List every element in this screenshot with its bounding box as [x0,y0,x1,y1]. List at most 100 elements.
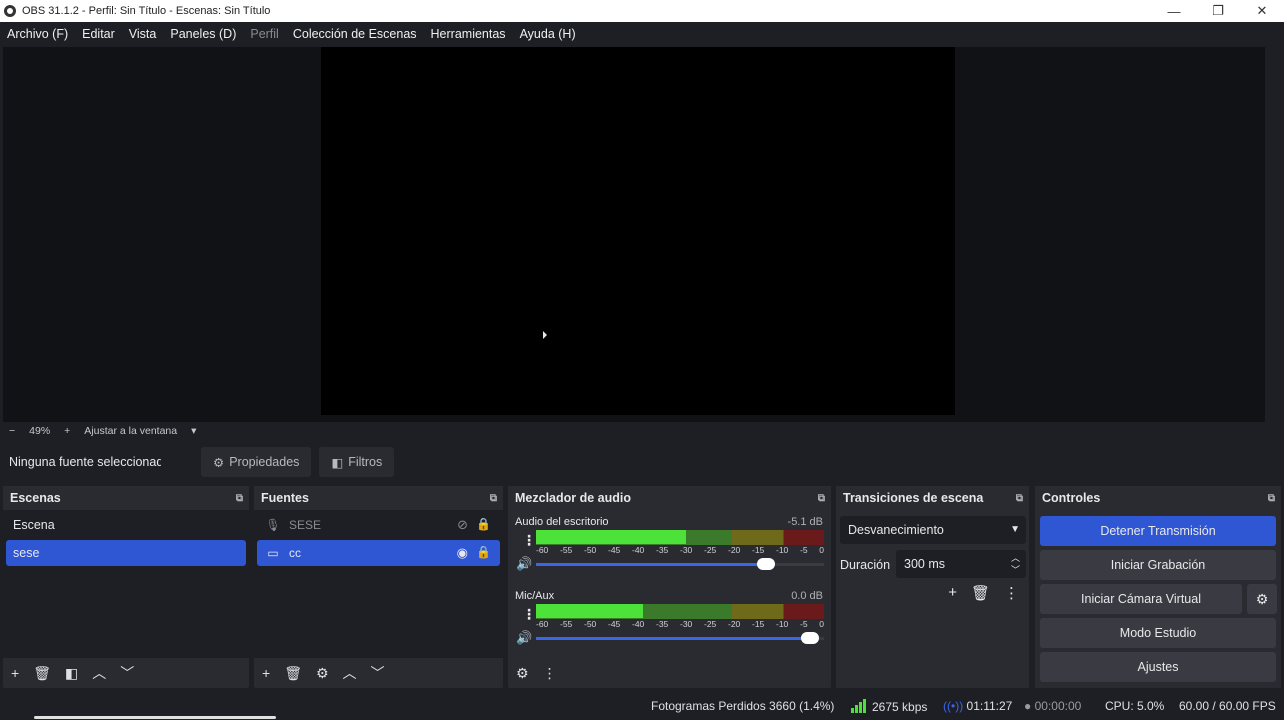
remove-source-button[interactable]: 🗑 [284,665,302,682]
undock-icon[interactable]: ⧉ [490,493,497,504]
zoom-in-button[interactable]: + [64,425,70,437]
settings-button[interactable]: Ajustes [1040,652,1276,682]
speaker-icon[interactable]: 🔊 [516,556,532,572]
volume-slider[interactable] [536,558,824,570]
transition-selected: Desvanecimiento [848,523,944,537]
undock-icon[interactable]: ⧉ [1268,493,1275,504]
scene-item-escena[interactable]: Escena [6,512,246,538]
volume-knob[interactable] [800,632,819,644]
start-recording-button[interactable]: Iniciar Grabación [1040,550,1276,580]
transitions-header: Transiciones de escena ⧉ [836,486,1029,510]
tick-label: -35 [656,545,669,555]
volume-knob[interactable] [757,558,776,570]
zoom-dropdown-icon[interactable]: ▾ [191,425,196,437]
duration-input[interactable]: 300 ms ︿ ﹀ [896,550,1026,578]
scenes-toolbar: + 🗑 ◧ ︿ ﹀ [3,658,249,688]
eye-icon[interactable]: ◉ [457,545,468,561]
speaker-icon[interactable]: 🔊 [516,630,532,646]
virtual-camera-settings-icon[interactable]: ⚙ [1247,584,1277,614]
start-virtual-camera-button[interactable]: Iniciar Cámara Virtual [1040,584,1242,614]
tick-label: -30 [680,545,693,555]
menu-paneles[interactable]: Paneles (D) [170,27,236,41]
fit-to-window[interactable]: Ajustar a la ventana [84,425,177,437]
cpu-usage: CPU: 5.0% [1105,699,1165,713]
taskbar-scroll-indicator [34,716,276,719]
zoom-bar: − 49% + Ajustar a la ventana ▾ [0,422,1284,440]
source-item-sese[interactable]: 🎙 SESE ⊘ 🔒 [257,512,500,538]
scene-name: Escena [13,518,55,532]
move-down-button[interactable]: ﹀ [120,663,134,683]
menu-vista[interactable]: Vista [129,27,157,41]
undock-icon[interactable]: ⧉ [1016,493,1023,504]
tick-label: -60 [536,619,549,629]
close-button[interactable]: ✕ [1240,0,1284,22]
preview-canvas[interactable] [321,47,955,415]
volume-meter [536,604,824,619]
move-down-button[interactable]: ﹀ [371,663,385,683]
move-up-button[interactable]: ︿ [92,663,106,683]
sources-header: Fuentes ⧉ [254,486,503,510]
menu-coleccion-escenas[interactable]: Colección de Escenas [293,27,417,41]
controls-dock: Controles ⧉ Detener Transmisión Iniciar … [1035,486,1281,688]
lock-icon[interactable]: 🔒 [476,545,491,559]
stream-time: 01:11:27 [966,699,1013,713]
add-transition-button[interactable]: + [948,584,957,602]
broadcast-icon: ((•)) [943,699,964,713]
undock-icon[interactable]: ⧉ [236,493,243,504]
transition-select[interactable]: Desvanecimiento ▼ [840,516,1026,544]
move-up-button[interactable]: ︿ [343,663,357,683]
spinner-icon[interactable]: ︿ ﹀ [1011,552,1020,576]
scenes-dock: Escenas ⧉ Escena sese + 🗑 ◧ ︿ ﹀ [3,486,249,688]
menu-archivo[interactable]: Archivo (F) [7,27,68,41]
transition-menu-icon[interactable]: ⋮ [1004,584,1019,602]
zoom-level: 49% [29,425,51,437]
source-item-cc[interactable]: ▭ cc ◉ 🔒 [257,540,500,566]
minimize-button[interactable]: — [1152,0,1196,22]
remove-transition-button[interactable]: 🗑 [971,584,990,602]
menu-perfil[interactable]: Perfil [250,27,278,41]
tick-label: -5 [800,545,808,555]
scene-filters-button[interactable]: ◧ [65,665,78,682]
mixer-menu-icon[interactable]: ⋮ [543,665,557,682]
restore-button[interactable]: ❐ [1196,0,1240,22]
dropped-frames: Fotogramas Perdidos 3660 (1.4%) [651,699,835,713]
volume-fill [536,637,810,640]
preview-area[interactable] [3,47,1265,423]
remove-scene-button[interactable]: 🗑 [33,665,51,682]
stream-time-status: ((•)) 01:11:27 [943,699,1012,713]
menu-herramientas[interactable]: Herramientas [431,27,506,41]
source-properties-button[interactable]: ⚙ [316,665,329,682]
studio-mode-button[interactable]: Modo Estudio [1040,618,1276,648]
add-source-button[interactable]: + [262,665,270,681]
tick-label: -45 [608,619,621,629]
meter-level [536,530,686,537]
tick-label: -35 [656,619,669,629]
properties-button[interactable]: ⚙ Propiedades [201,447,312,477]
mixer-title: Mezclador de audio [515,491,631,505]
eye-hidden-icon[interactable]: ⊘ [457,517,468,533]
gear-icon: ⚙ [213,455,225,470]
channel-menu-icon[interactable]: ⋮ [522,606,536,623]
preview-scrollbar[interactable] [1268,47,1282,423]
tick-label: -5 [800,619,808,629]
volume-slider[interactable] [536,632,824,644]
microphone-icon: 🎙 [265,518,281,532]
lock-icon[interactable]: 🔒 [476,517,491,531]
undock-icon[interactable]: ⧉ [818,493,825,504]
scenes-title: Escenas [10,491,61,505]
filters-button[interactable]: ◧ Filtros [319,447,395,477]
channel-menu-icon[interactable]: ⋮ [522,532,536,549]
add-scene-button[interactable]: + [11,665,19,681]
chevron-down-icon: ▼ [1010,524,1020,535]
stop-stream-button[interactable]: Detener Transmisión [1040,516,1276,546]
menu-bar: Archivo (F) Editar Vista Paneles (D) Per… [0,22,1284,46]
advanced-audio-icon[interactable]: ⚙ [516,665,529,682]
menu-editar[interactable]: Editar [82,27,115,41]
menu-ayuda[interactable]: Ayuda (H) [520,27,576,41]
filter-icon: ◧ [331,455,344,470]
fps-status: 60.00 / 60.00 FPS [1179,699,1276,713]
mouse-cursor-icon [543,331,547,339]
scene-item-sese[interactable]: sese [6,540,246,566]
zoom-out-button[interactable]: − [9,425,15,437]
tick-label: -50 [584,545,597,555]
